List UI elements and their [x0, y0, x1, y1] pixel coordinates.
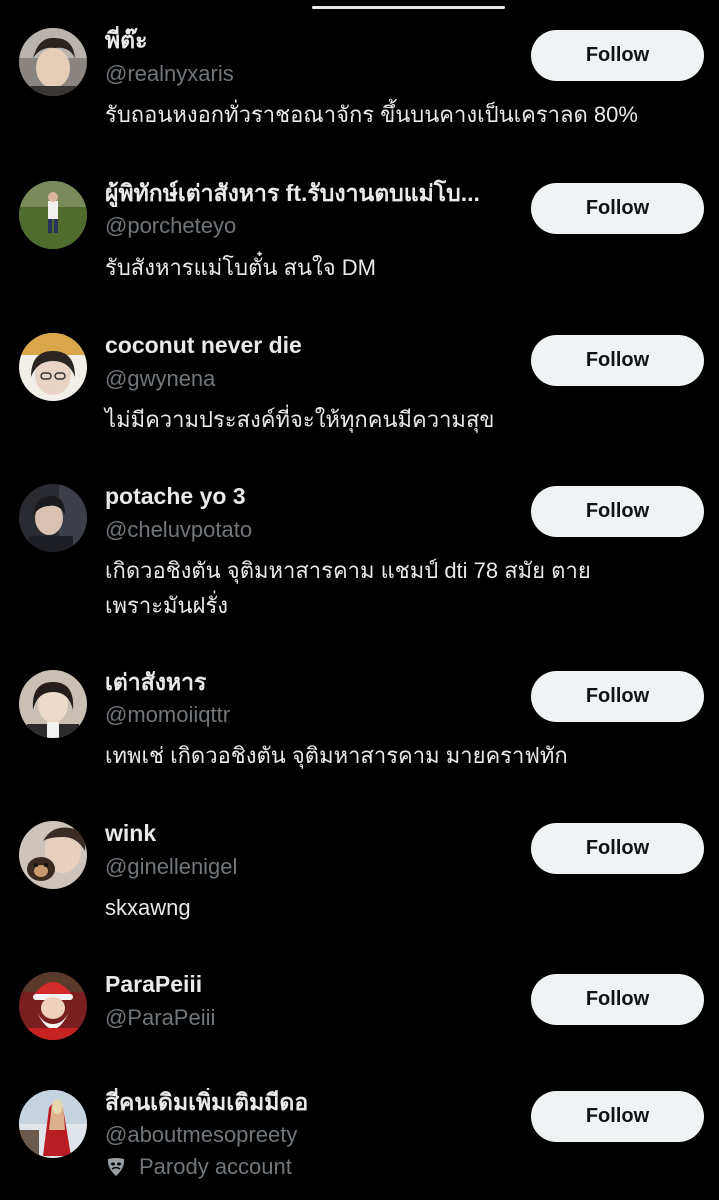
username-handle: @porcheteyo — [105, 213, 237, 238]
avatar[interactable] — [19, 333, 87, 401]
username-handle: @realnyxaris — [105, 61, 234, 86]
display-name[interactable]: พี่ต๊ะ — [105, 26, 147, 54]
username-handle: @momoiiqttr — [105, 702, 231, 727]
username-handle: @cheluvpotato — [105, 517, 253, 542]
follow-button[interactable]: Follow — [531, 823, 704, 874]
display-name[interactable]: coconut never die — [105, 331, 302, 359]
display-name[interactable]: potache yo 3 — [105, 482, 246, 510]
follow-button[interactable]: Follow — [531, 183, 704, 234]
user-bio: รับสังหารแม่โบตั๋น สนใจ DM — [105, 255, 376, 280]
user-bio-line-1: เกิดวอชิงตัน จุติมหาสารคาม แชมป์ dti 78 … — [105, 558, 591, 583]
follow-button[interactable]: Follow — [531, 486, 704, 537]
avatar[interactable] — [19, 670, 87, 738]
avatar[interactable] — [19, 181, 87, 249]
username-handle: @gwynena — [105, 366, 216, 391]
user-bio: รับถอนหงอกทั่วราชอณาจักร ขึ้นบนคางเป็นเค… — [105, 102, 638, 127]
user-bio: skxawng — [105, 895, 191, 920]
follow-button[interactable]: Follow — [531, 335, 704, 386]
username-handle: @ParaPeiii — [105, 1005, 216, 1030]
display-name[interactable]: ParaPeiii — [105, 970, 202, 998]
home-indicator-bar — [312, 6, 505, 9]
follow-button[interactable]: Follow — [531, 30, 704, 81]
user-bio-line-2: เพราะมันฝรั่ง — [105, 593, 228, 618]
avatar[interactable] — [19, 972, 87, 1040]
user-bio: ไม่มีความประสงค์ที่จะให้ทุกคนมีความสุข — [105, 407, 495, 432]
display-name[interactable]: wink — [105, 819, 156, 847]
avatar[interactable] — [19, 28, 87, 96]
user-bio: เทพเช่ เกิดวอชิงตัน จุติมหาสารคาม มายครา… — [105, 743, 568, 768]
theater-mask-icon — [105, 1156, 127, 1178]
follow-button[interactable]: Follow — [531, 1091, 704, 1142]
username-handle: @ginellenigel — [105, 854, 238, 879]
follow-button[interactable]: Follow — [531, 974, 704, 1025]
follow-button[interactable]: Follow — [531, 671, 704, 722]
username-handle: @aboutmesopreety — [105, 1122, 298, 1147]
avatar[interactable] — [19, 821, 87, 889]
avatar[interactable] — [19, 484, 87, 552]
parody-account-label: Parody account — [105, 1153, 292, 1181]
display-name[interactable]: ผู้พิทักษ์เต่าสังหาร ft.รับงานตบแม่โบ... — [105, 179, 480, 207]
display-name[interactable]: เต่าสังหาร — [105, 668, 206, 696]
parody-account-text: Parody account — [139, 1154, 292, 1179]
avatar[interactable] — [19, 1090, 87, 1158]
display-name[interactable]: สี่คนเดิมเพิ่มเติมมีดอ — [105, 1088, 308, 1116]
